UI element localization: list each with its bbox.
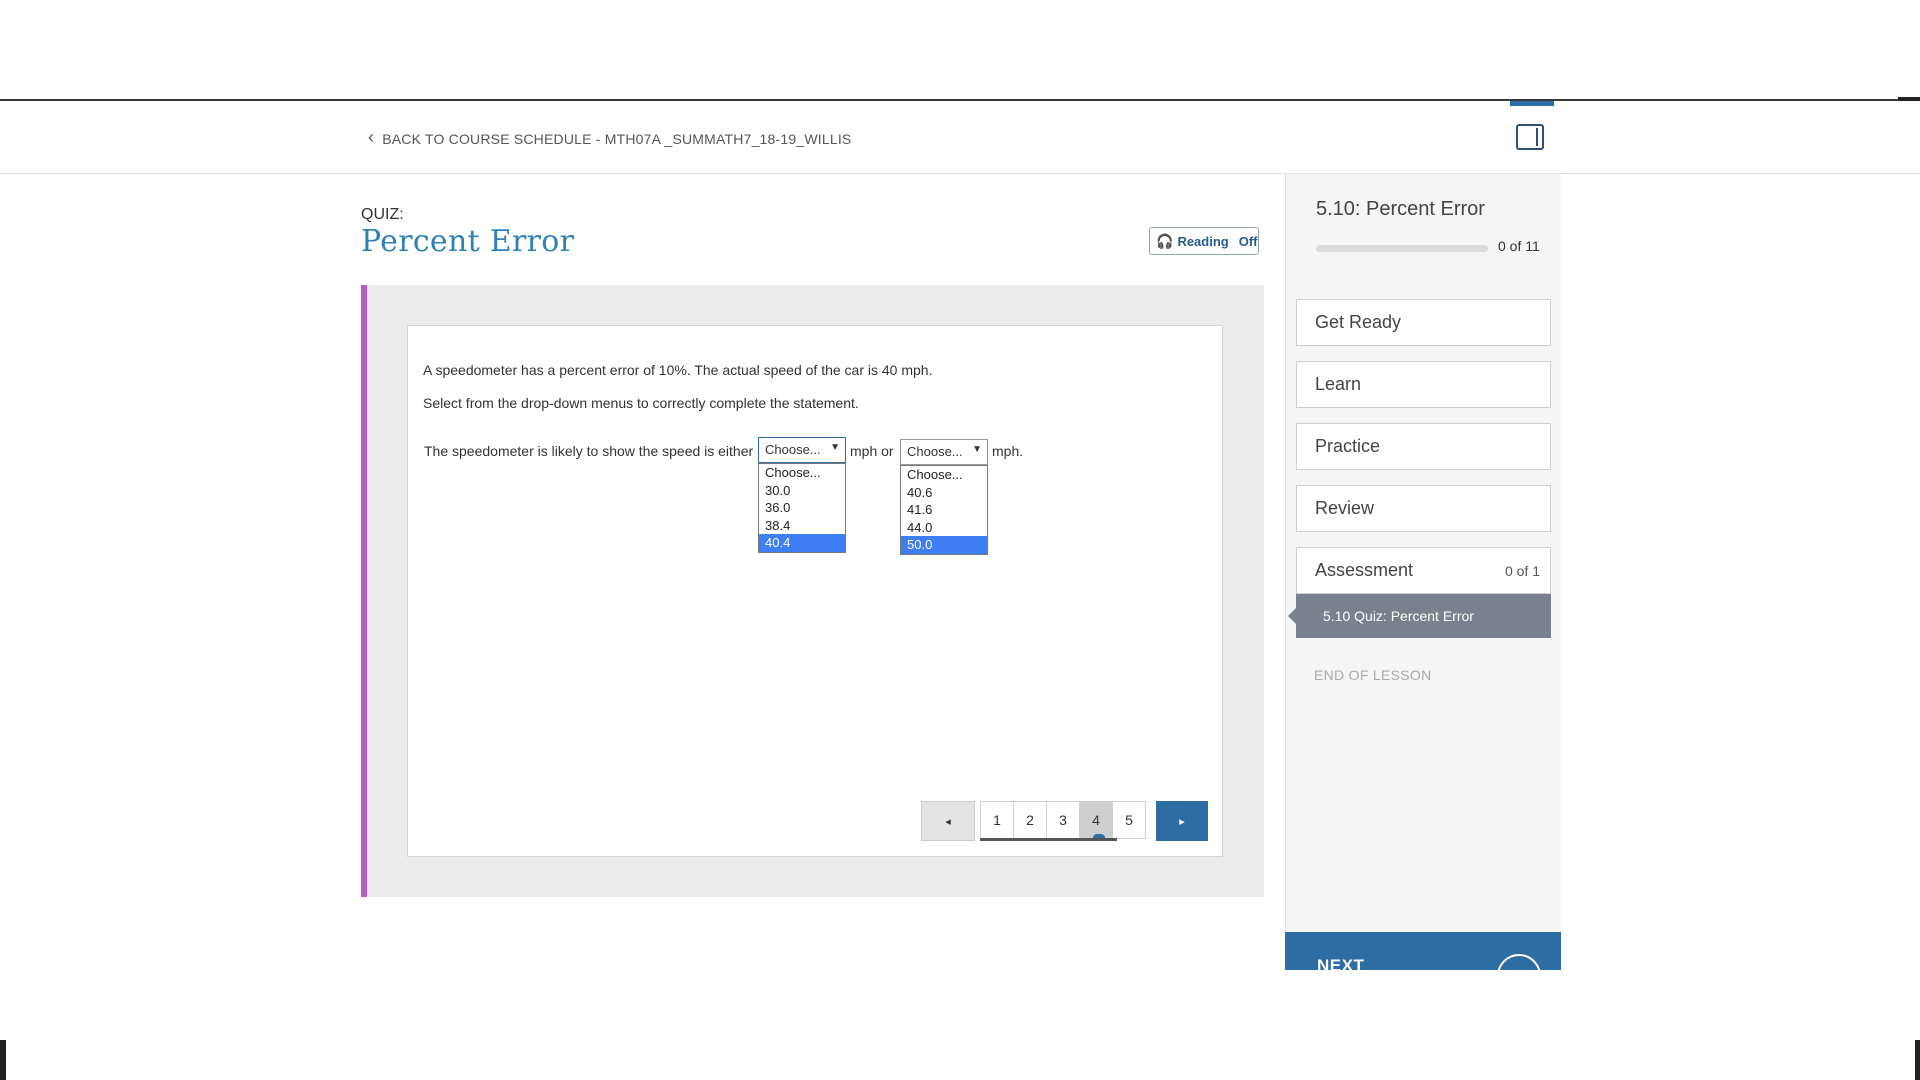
question-instruction: Select from the drop-down menus to corre… — [423, 395, 859, 411]
dropdown-option-highlighted[interactable]: 50.0 — [901, 536, 987, 554]
back-link-label: BACK TO COURSE SCHEDULE - MTH07A _SUMMAT… — [382, 130, 852, 147]
dropdown-option[interactable]: 38.4 — [759, 517, 845, 535]
caret-right-icon: ▸ — [1179, 815, 1185, 828]
sidebar-item-label: Learn — [1315, 374, 1362, 394]
bottom-right-edge — [1915, 1040, 1920, 1080]
statement-end: mph. — [992, 443, 1024, 459]
sidebar-item-review[interactable]: Review — [1296, 485, 1551, 532]
lesson-progress-bar — [1316, 245, 1488, 252]
dropdown-2-list: Choose... 40.6 41.6 44.0 50.0 — [900, 465, 988, 555]
next-button[interactable]: NEXT — [1285, 932, 1561, 970]
pagination-progress-line — [980, 838, 1117, 841]
dropdown-1-value: Choose... — [765, 442, 821, 457]
dropdown-option[interactable]: 44.0 — [901, 519, 987, 537]
page-button-2[interactable]: 2 — [1013, 801, 1047, 839]
sidebar-item-label: Assessment — [1315, 560, 1414, 580]
quiz-label: QUIZ: — [361, 206, 404, 223]
reading-label: Reading — [1177, 233, 1229, 249]
sidebar-subitem-quiz[interactable]: 5.10 Quiz: Percent Error — [1296, 594, 1551, 638]
lesson-title: 5.10: Percent Error — [1316, 198, 1485, 220]
dropdown-arrow-icon: ▼ — [830, 442, 840, 453]
sidebar-item-label: Review — [1315, 498, 1375, 518]
caret-left-icon: ◂ — [945, 815, 951, 828]
question-pagination: 1 2 3 4 5 — [980, 801, 1146, 839]
reading-state: Off — [1238, 233, 1258, 249]
sidebar-subitem-label: 5.10 Quiz: Percent Error — [1323, 608, 1474, 624]
dropdown-2-value: Choose... — [907, 444, 963, 459]
arrow-circle-icon — [1497, 954, 1541, 970]
course-header — [0, 101, 1920, 174]
active-item-pointer — [1288, 608, 1296, 624]
next-question-button[interactable]: ▸ — [1156, 801, 1208, 841]
sidebar-item-assessment[interactable]: Assessment 0 of 1 — [1296, 547, 1551, 594]
current-page-marker — [1093, 834, 1105, 838]
dropdown-option[interactable]: 41.6 — [901, 501, 987, 519]
lesson-progress-text: 0 of 11 — [1498, 238, 1540, 254]
dropdown-option[interactable]: Choose... — [759, 464, 845, 482]
dropdown-1-list: Choose... 30.0 36.0 38.4 40.4 — [758, 463, 846, 553]
page-button-3[interactable]: 3 — [1046, 801, 1080, 839]
sidebar-item-practice[interactable]: Practice — [1296, 423, 1551, 470]
statement-start: The speedometer is likely to show the sp… — [424, 443, 754, 459]
back-to-schedule-link[interactable]: ‹ BACK TO COURSE SCHEDULE - MTH07A _SUMM… — [368, 127, 852, 149]
dropdown-option-highlighted[interactable]: 40.4 — [759, 534, 845, 552]
question-prompt: A speedometer has a percent error of 10%… — [423, 362, 933, 378]
dropdown-2[interactable]: Choose... ▼ — [900, 439, 988, 465]
panel-toggle-icon[interactable] — [1516, 124, 1544, 150]
headphones-icon: 🎧 — [1156, 232, 1174, 249]
dropdown-option[interactable]: Choose... — [901, 466, 987, 484]
dropdown-option[interactable]: 36.0 — [759, 499, 845, 517]
chevron-left-icon: ‹ — [368, 127, 375, 147]
sidebar-item-label: Get Ready — [1315, 312, 1402, 332]
dropdown-option[interactable]: 40.6 — [901, 484, 987, 502]
question-card: A speedometer has a percent error of 10%… — [407, 325, 1223, 857]
bottom-left-edge — [0, 1040, 6, 1080]
page-button-5[interactable]: 5 — [1112, 801, 1146, 839]
end-of-lesson-label: END OF LESSON — [1314, 667, 1432, 683]
sidebar-item-learn[interactable]: Learn — [1296, 361, 1551, 408]
page-title: Percent Error — [361, 224, 575, 259]
header-accent — [1510, 101, 1554, 106]
dropdown-arrow-icon: ▼ — [972, 444, 982, 455]
statement-mid: mph or — [850, 443, 894, 459]
assessment-count: 0 of 1 — [1504, 562, 1540, 579]
dropdown-option[interactable]: 30.0 — [759, 482, 845, 500]
previous-question-button[interactable]: ◂ — [921, 801, 975, 841]
reading-toggle-button[interactable]: 🎧 Reading Off — [1149, 227, 1259, 255]
sidebar-item-get-ready[interactable]: Get Ready — [1296, 299, 1551, 346]
next-button-label: NEXT — [1317, 956, 1365, 970]
sidebar-item-label: Practice — [1315, 436, 1381, 456]
dropdown-1[interactable]: Choose... ▼ — [758, 437, 846, 463]
page-button-1[interactable]: 1 — [980, 801, 1014, 839]
